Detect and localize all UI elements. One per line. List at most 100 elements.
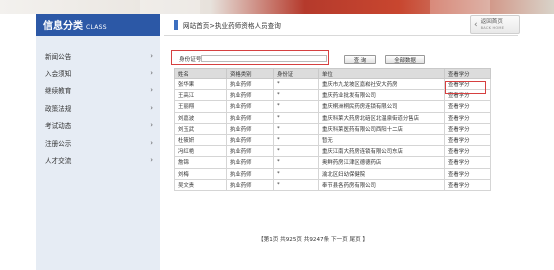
sidebar-item-regulations[interactable]: 政策法规 › bbox=[36, 99, 160, 116]
cell-type: 执业药师 bbox=[226, 156, 274, 169]
cell-name: 冯红艳 bbox=[174, 145, 227, 158]
view-credits-link[interactable]: 查看学分 bbox=[444, 145, 491, 158]
view-credits-highlight-box bbox=[445, 81, 486, 94]
table-row: 张华果 执业药师 * 重庆市九龙坡区嘉崧社安大药房 查看学分 bbox=[174, 77, 491, 91]
cell-type: 执业药师 bbox=[226, 89, 274, 102]
view-credits-link[interactable]: 查看学分 bbox=[444, 156, 491, 169]
table-row: 刘嘉波 执业药师 * 重庆科莱大药房北碚区北温泉街道分售店 查看学分 bbox=[174, 111, 491, 124]
cell-type: 执业药师 bbox=[226, 145, 274, 158]
cell-id: * bbox=[273, 156, 319, 169]
sidebar: 信息分类 CLASS 新闻公告 › 入会须知 › 继续教育 › 政策法规 › 考试动态 ›… bbox=[36, 14, 160, 270]
column-header-type: 资格类别 bbox=[226, 68, 274, 79]
id-number-input[interactable] bbox=[201, 55, 327, 62]
breadcrumb-marker-icon bbox=[174, 19, 178, 30]
cell-name: 王丽翔 bbox=[174, 100, 227, 113]
table-row: 冯红艳 执业药师 * 重庆江南大药房连锁有限公司东店 查看学分 bbox=[174, 145, 491, 158]
table-row: 王丽翔 执业药师 * 重庆桐洲桐民药房连锁有限公司 查看学分 bbox=[174, 100, 491, 113]
chevron-right-icon: › bbox=[150, 69, 153, 78]
column-header-action: 查看学分 bbox=[444, 68, 491, 79]
page: 信息分类 CLASS 新闻公告 › 入会须知 › 继续教育 › 政策法规 › 考试动态 ›… bbox=[0, 0, 554, 270]
cell-unit: 重庆科莱医药有限公司西阳十二店 bbox=[318, 122, 445, 135]
chevron-right-icon: › bbox=[150, 103, 153, 112]
column-header-unit: 单位 bbox=[318, 68, 445, 79]
back-home-label-group: 返回首页 BACK HOME bbox=[481, 19, 505, 31]
all-data-button[interactable]: 全部数据 bbox=[385, 55, 425, 64]
cell-id: * bbox=[273, 133, 319, 147]
cell-unit: 暂无 bbox=[318, 133, 445, 147]
sidebar-item-label: 考试动态 bbox=[45, 122, 72, 131]
table-row: 詹锦 执业药师 * 奥鲜药房江津区德德药店 查看学分 bbox=[174, 156, 491, 169]
breadcrumb-bar: 网站首页>执业药师资格人员查询 bbox=[164, 14, 518, 36]
table-row: 王高江 执业药师 * 重庆药业批发有限公司 查看学分 bbox=[174, 89, 491, 102]
table-row: 杜筱妍 执业药师 * 暂无 查看学分 bbox=[174, 133, 491, 147]
sidebar-list: 新闻公告 › 入会须知 › 继续教育 › 政策法规 › 考试动态 › 注册公示 › 人才交流… bbox=[36, 47, 160, 169]
chevron-left-icon: ‹ bbox=[474, 19, 478, 30]
cell-id: * bbox=[273, 178, 319, 191]
view-credits-link[interactable]: 查看学分 bbox=[444, 178, 491, 191]
cell-type: 执业药师 bbox=[226, 178, 274, 191]
cell-unit: 重庆市九龙坡区嘉崧社安大药房 bbox=[318, 77, 445, 91]
cell-unit: 渝北区妇幼保健院 bbox=[318, 167, 445, 180]
table-header-row: 姓名 资格类别 身份证 单位 查看学分 bbox=[174, 68, 491, 79]
column-header-name: 姓名 bbox=[174, 68, 227, 79]
back-home-label: 返回首页 bbox=[480, 18, 503, 25]
cell-type: 执业药师 bbox=[226, 167, 274, 180]
top-banner bbox=[0, 0, 554, 14]
view-credits-link[interactable]: 查看学分 bbox=[444, 167, 491, 180]
view-credits-link[interactable]: 查看学分 bbox=[444, 100, 491, 113]
cell-name: 刘嘉波 bbox=[174, 111, 227, 124]
cell-name: 詹锦 bbox=[174, 156, 227, 169]
chevron-right-icon: › bbox=[150, 156, 153, 165]
cell-id: * bbox=[273, 145, 319, 158]
query-button[interactable]: 查 询 bbox=[344, 55, 376, 64]
cell-id: * bbox=[273, 111, 319, 124]
banner-decoration bbox=[140, 0, 200, 14]
sidebar-item-label: 入会须知 bbox=[45, 70, 72, 79]
column-header-id: 身份证 bbox=[273, 68, 319, 79]
cell-unit: 重庆科莱大药房北碚区北温泉街道分售店 bbox=[318, 111, 445, 124]
view-credits-link[interactable]: 查看学分 bbox=[444, 133, 491, 147]
cell-unit: 奥鲜药房江津区德德药店 bbox=[318, 156, 445, 169]
view-credits-link[interactable]: 查看学分 bbox=[444, 122, 491, 135]
banner-decoration bbox=[430, 0, 490, 14]
sidebar-item-news[interactable]: 新闻公告 › bbox=[36, 47, 160, 64]
cell-id: * bbox=[273, 77, 319, 91]
sidebar-item-label: 人才交流 bbox=[45, 157, 72, 166]
chevron-right-icon: › bbox=[150, 121, 153, 130]
sidebar-item-membership[interactable]: 入会须知 › bbox=[36, 64, 160, 81]
sidebar-item-education[interactable]: 继续教育 › bbox=[36, 82, 160, 99]
cell-name: 刘梅 bbox=[174, 167, 227, 180]
back-home-label-en: BACK HOME bbox=[480, 25, 505, 30]
back-home-button[interactable]: ‹ 返回首页 BACK HOME bbox=[470, 15, 520, 34]
breadcrumb: 网站首页>执业药师资格人员查询 bbox=[183, 21, 281, 30]
sidebar-item-talent[interactable]: 人才交流 › bbox=[36, 151, 160, 168]
table-row: 刘玉武 执业药师 * 重庆科莱医药有限公司西阳十二店 查看学分 bbox=[174, 122, 491, 135]
cell-type: 执业药师 bbox=[226, 122, 274, 135]
pagination[interactable]: 【第1页 共925页 共9247条 下一页 尾页 】 bbox=[258, 235, 368, 243]
chevron-right-icon: › bbox=[150, 138, 153, 147]
view-credits-link[interactable]: 查看学分 bbox=[444, 111, 491, 124]
sidebar-item-label: 新闻公告 bbox=[45, 52, 72, 61]
sidebar-title-en: CLASS bbox=[86, 24, 107, 31]
cell-unit: 重庆药业批发有限公司 bbox=[318, 89, 445, 102]
cell-type: 执业药师 bbox=[226, 77, 274, 91]
sidebar-header: 信息分类 CLASS bbox=[36, 14, 160, 36]
sidebar-item-label: 注册公示 bbox=[45, 139, 72, 148]
cell-type: 执业药师 bbox=[226, 133, 274, 147]
chevron-right-icon: › bbox=[150, 86, 153, 95]
sidebar-item-registration[interactable]: 注册公示 › bbox=[36, 134, 160, 151]
cell-name: 刘玉武 bbox=[174, 122, 227, 135]
sidebar-item-label: 继续教育 bbox=[45, 87, 72, 96]
cell-type: 执业药师 bbox=[226, 100, 274, 113]
table-row: 刘梅 执业药师 * 渝北区妇幼保健院 查看学分 bbox=[174, 167, 491, 180]
chevron-right-icon: › bbox=[150, 51, 153, 60]
cell-unit: 重庆江南大药房连锁有限公司东店 bbox=[318, 145, 445, 158]
cell-name: 杜筱妍 bbox=[174, 133, 227, 147]
cell-type: 执业药师 bbox=[226, 111, 274, 124]
cell-name: 张华果 bbox=[174, 77, 227, 91]
cell-name: 王高江 bbox=[174, 89, 227, 102]
cell-name: 吴文贵 bbox=[174, 178, 227, 191]
sidebar-item-exams[interactable]: 考试动态 › bbox=[36, 117, 160, 134]
cell-id: * bbox=[273, 89, 319, 102]
results-table: 姓名 资格类别 身份证 单位 查看学分 张华果 执业药师 * 重庆市九龙坡区嘉崧社安大… bbox=[174, 68, 491, 191]
